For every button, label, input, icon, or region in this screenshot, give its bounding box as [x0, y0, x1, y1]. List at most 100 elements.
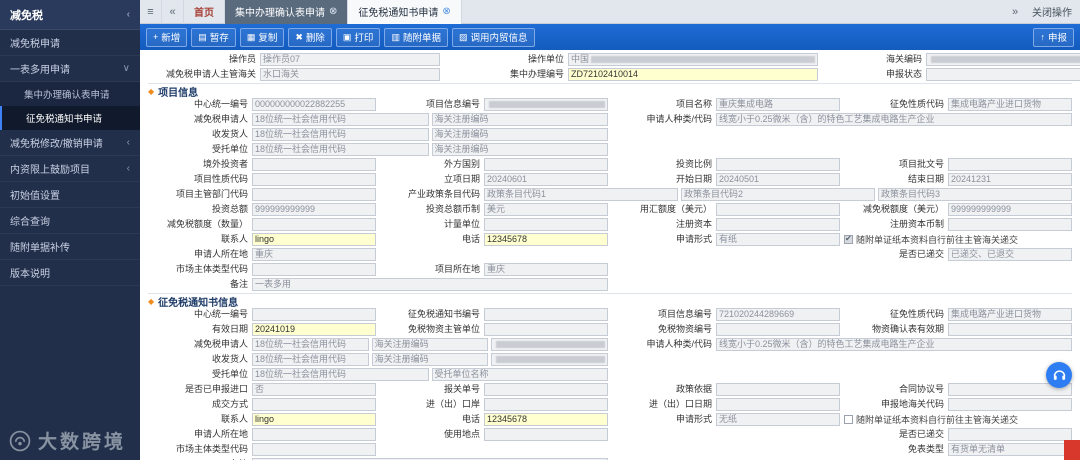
form-field-input[interactable]: 12345678: [484, 233, 608, 246]
form-field-input[interactable]: 海关注册编码: [431, 113, 608, 126]
form-field-input[interactable]: [948, 218, 1072, 231]
tab-close-icon[interactable]: ⊗: [442, 6, 450, 17]
form-field-input[interactable]: 集成电路产业进口货物: [948, 308, 1072, 321]
sidebar-item[interactable]: 减免税申请: [0, 30, 140, 56]
form-field-input[interactable]: [484, 98, 608, 111]
form-field-input[interactable]: ZD72102410014: [568, 68, 818, 81]
form-field-input[interactable]: 999999999999: [948, 203, 1072, 216]
checkbox[interactable]: [844, 234, 853, 244]
form-field-input[interactable]: [484, 398, 608, 411]
form-field-input[interactable]: 海关注册编码: [431, 128, 608, 141]
hamburger-menu-icon[interactable]: ≡: [140, 0, 162, 24]
toolbar-button[interactable]: ▥ 随附单据: [384, 27, 448, 47]
form-field-input[interactable]: 线宽小于0.25微米（含）的特色工艺集成电路生产企业: [716, 338, 1072, 351]
form-field-input[interactable]: lingo: [252, 233, 376, 246]
tab-dark[interactable]: 集中办理确认表申请 ⊗: [225, 0, 349, 24]
tab-home[interactable]: 首页: [184, 0, 225, 24]
form-field-input[interactable]: 操作员07: [260, 53, 440, 66]
tab-close-icon[interactable]: ⊗: [329, 6, 337, 17]
form-field-input[interactable]: [716, 203, 840, 216]
form-field-input[interactable]: [252, 158, 376, 171]
sidebar-item[interactable]: 集中办理确认表申请: [0, 82, 140, 106]
form-field-input[interactable]: 海关注册编码: [371, 338, 489, 351]
form-field-input[interactable]: 否: [252, 383, 376, 396]
form-field-input[interactable]: 有纸: [716, 233, 840, 246]
form-field-input[interactable]: 无纸: [716, 413, 840, 426]
form-field-input[interactable]: lingo: [252, 413, 376, 426]
form-field-input[interactable]: [491, 353, 609, 366]
form-field-input[interactable]: 18位统一社会信用代码: [252, 353, 369, 366]
form-field-input[interactable]: 重庆: [252, 248, 376, 261]
form-field-input[interactable]: [716, 218, 840, 231]
sidebar-item[interactable]: 减免税修改/撤销申请 ‹: [0, 130, 140, 156]
form-field-input[interactable]: [948, 398, 1072, 411]
form-field-input[interactable]: [252, 308, 376, 321]
customer-service-button[interactable]: [1046, 362, 1072, 388]
form-field-input[interactable]: [716, 398, 840, 411]
form-field-input[interactable]: 中国: [568, 53, 818, 66]
form-field-input[interactable]: 999999999999: [252, 203, 376, 216]
form-field-input[interactable]: 一表多用: [252, 278, 608, 291]
form-field-input[interactable]: [484, 323, 608, 336]
form-field-input[interactable]: 20240601: [484, 173, 608, 186]
sidebar-item[interactable]: 征免税通知书申请: [0, 106, 140, 130]
form-field-input[interactable]: [926, 53, 1080, 66]
sidebar-item[interactable]: 综合查询: [0, 208, 140, 234]
form-field-input[interactable]: [484, 428, 608, 441]
form-field-input[interactable]: 20241019: [252, 323, 376, 336]
form-field-input[interactable]: 水口海关: [260, 68, 440, 81]
form-field-input[interactable]: 美元: [484, 203, 608, 216]
form-field-input[interactable]: 18位统一社会信用代码: [252, 128, 429, 141]
form-field-input[interactable]: [948, 158, 1072, 171]
form-field-input[interactable]: 已递交、已退交: [948, 248, 1072, 261]
form-field-input[interactable]: 12345678: [484, 413, 608, 426]
toolbar-button[interactable]: ▣ 打印: [335, 27, 381, 47]
floating-red-button[interactable]: [1064, 440, 1080, 460]
close-operations-button[interactable]: 关闭操作: [1032, 4, 1072, 19]
sidebar-item[interactable]: 版本说明: [0, 260, 140, 286]
form-field-input[interactable]: 18位统一社会信用代码: [252, 113, 429, 126]
form-field-input[interactable]: 线宽小于0.25微米（含）的特色工艺集成电路生产企业: [716, 113, 1072, 126]
toolbar-button[interactable]: ▨ 调用内贸信息: [451, 27, 535, 47]
form-field-input[interactable]: [484, 218, 608, 231]
sidebar-item[interactable]: 内资限上鼓励项目 ‹: [0, 156, 140, 182]
form-field-input[interactable]: [716, 383, 840, 396]
form-field-input[interactable]: [252, 443, 376, 456]
toolbar-button[interactable]: + 新增: [146, 27, 188, 47]
form-field-input[interactable]: 受托单位名称: [431, 368, 608, 381]
form-field-input[interactable]: 18位统一社会信用代码: [252, 368, 429, 381]
tab-active[interactable]: 征免税通知书申请 ⊗: [348, 0, 462, 24]
form-field-input[interactable]: [716, 158, 840, 171]
form-field-input[interactable]: 重庆: [484, 263, 608, 276]
form-field-input[interactable]: 重庆集成电路: [716, 98, 840, 111]
form-field-input[interactable]: [948, 323, 1072, 336]
form-field-input[interactable]: [484, 308, 608, 321]
form-field-input[interactable]: 18位统一社会信用代码: [252, 143, 429, 156]
form-field-input[interactable]: [484, 158, 608, 171]
form-field-input[interactable]: [252, 188, 376, 201]
form-field-input[interactable]: 政策条目代码1: [484, 188, 678, 201]
form-field-input[interactable]: [252, 398, 376, 411]
form-field-input[interactable]: [252, 428, 376, 441]
form-field-input[interactable]: 政策条目代码3: [878, 188, 1072, 201]
toolbar-button[interactable]: ▤ 暂存: [191, 27, 236, 47]
form-field-input[interactable]: [491, 338, 609, 351]
form-field-input[interactable]: 000000000022882255: [252, 98, 376, 111]
checkbox[interactable]: [844, 415, 853, 424]
form-field-input[interactable]: [926, 68, 1080, 81]
form-field-input[interactable]: 海关注册编码: [371, 353, 489, 366]
form-field-input[interactable]: [252, 218, 376, 231]
form-field-input[interactable]: 政策条目代码2: [681, 188, 875, 201]
sidebar-item[interactable]: 减免税 ‹: [0, 0, 140, 30]
form-field-input[interactable]: 20241231: [948, 173, 1072, 186]
sidebar-item[interactable]: 随附单据补传: [0, 234, 140, 260]
expand-tabs-icon[interactable]: »: [1004, 0, 1026, 24]
form-field-input[interactable]: 有货单无清单: [948, 443, 1072, 456]
form-field-input[interactable]: 集成电路产业进口货物: [948, 98, 1072, 111]
form-field-input[interactable]: [252, 263, 376, 276]
sidebar-item[interactable]: 初始值设置: [0, 182, 140, 208]
form-field-input[interactable]: 721020244289669: [716, 308, 840, 321]
form-field-input[interactable]: 20240501: [716, 173, 840, 186]
form-field-input[interactable]: 海关注册编码: [431, 143, 608, 156]
form-field-input[interactable]: 18位统一社会信用代码: [252, 338, 369, 351]
